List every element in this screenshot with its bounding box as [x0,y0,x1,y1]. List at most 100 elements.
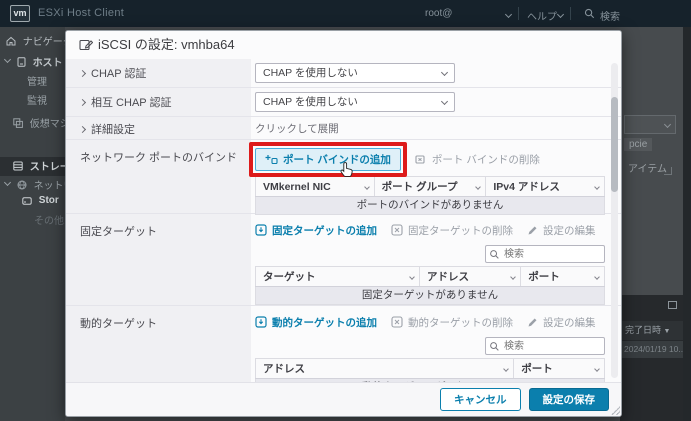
window-edge [683,27,691,421]
dynamic-targets-search[interactable] [485,337,605,355]
advanced-settings-row: 詳細設定 クリックして展開 [66,117,621,140]
column-header-target[interactable]: ターゲット [254,266,421,287]
static-targets-section: 固定ターゲット 固定ターゲットの追加 固定ターゲットの削除 設定の編集 検索 タ… [66,214,621,306]
add-icon [265,154,278,164]
chap-row: CHAP 認証 CHAP を使用しない [66,59,621,88]
search-label[interactable]: 検索 [600,8,620,23]
top-bar: vm ESXi Host Client root@ ヘルプ 検索 [0,0,691,27]
column-header-address[interactable]: アドレス [254,358,515,379]
iscsi-settings-dialog: iSCSI の設定: vmhba64 CHAP 認証 CHAP を使用しない 相… [65,30,622,417]
sidebar-item-manage[interactable]: 管理 [0,73,65,91]
search-icon [489,249,500,260]
add-static-target-button[interactable]: 固定ターゲットの追加 [255,223,377,238]
chevron-down-icon [440,68,449,77]
scrollbar-thumb[interactable] [611,97,618,192]
search-icon[interactable] [584,8,595,19]
remove-target-icon [391,224,403,236]
help-menu[interactable]: ヘルプ [527,8,557,23]
add-port-binding-button[interactable]: ポート バインドの追加 [255,147,401,171]
host-icon [17,56,26,67]
chevron-right-icon[interactable] [78,98,87,106]
advanced-settings-label[interactable]: 詳細設定 [66,117,251,141]
column-header-vmkernel-nic[interactable]: VMkernel NIC [255,176,375,197]
pencil-icon [528,226,537,234]
edit-settings-button: 設定の編集 [527,223,596,238]
static-targets-search-input[interactable] [504,246,602,262]
cancel-button[interactable]: キャンセル [440,388,521,411]
chevron-down-icon [440,97,449,106]
task-column-header: 完了日時 ▼ [620,321,683,340]
chevron-right-icon[interactable] [78,69,87,77]
dialog-body: CHAP 認証 CHAP を使用しない 相互 CHAP 認証 CHAP を使用し… [66,59,621,397]
column-header-port[interactable]: ポート [513,358,605,379]
static-targets-search[interactable] [485,245,605,263]
chevron-down-icon [663,120,672,129]
remove-dynamic-target-button: 動的ターゲットの削除 [391,315,513,330]
dialog-resize-grip[interactable] [611,406,620,415]
sidebar-item-monitor[interactable]: 監視 [0,92,65,110]
port-binding-section: ネットワーク ポートのバインド ポート バインドの追加 ポート バインドの削除 … [66,140,621,215]
save-settings-button[interactable]: 設定の保存 [528,388,609,411]
edit-settings-button: 設定の編集 [527,315,596,330]
vmware-logo: vm [10,5,30,22]
dialog-scrollbar[interactable] [611,63,618,378]
click-to-expand-hint[interactable]: クリックして展開 [255,121,605,137]
chevron-down-icon[interactable] [475,184,482,190]
background-workspace: pcie アイテム 完了日時 ▼ 2024/01/19 10... [620,27,691,421]
mutual-chap-label[interactable]: 相互 CHAP 認証 [66,88,251,116]
chap-label[interactable]: CHAP 認証 [66,59,251,87]
background-filter-text: pcie [624,138,653,151]
chevron-right-icon[interactable] [78,125,87,133]
add-target-icon [255,224,267,236]
datastore-icon [22,196,32,205]
static-targets-empty-message: 固定ターゲットがありません [255,287,605,305]
chevron-down-icon[interactable] [503,366,510,372]
user-menu-caret-icon[interactable] [504,10,513,19]
mutual-chap-select[interactable]: CHAP を使用しない [255,92,455,112]
column-header-address[interactable]: アドレス [419,266,522,287]
sidebar-item-more[interactable]: その他... [0,212,65,230]
background-items-label: アイテム [628,164,667,175]
pencil-icon [528,318,537,326]
chevron-down-icon[interactable] [409,274,415,280]
storage-icon [13,161,23,171]
chevron-down-icon[interactable] [510,274,517,280]
network-icon [17,180,27,190]
sort-desc-icon: ▼ [663,328,671,335]
chevron-down-icon[interactable] [594,366,600,372]
chap-select[interactable]: CHAP を使用しない [255,63,455,83]
chevron-down-icon[interactable] [3,179,12,187]
column-header-port[interactable]: ポート [520,266,605,287]
esxi-host-client-window: vm ESXi Host Client root@ ヘルプ 検索 ナビゲータ ホ… [0,0,691,421]
iscsi-settings-icon [79,38,93,51]
dialog-footer: キャンセル 設定の保存 [66,382,621,416]
add-target-icon [255,316,267,328]
chevron-down-icon[interactable] [594,274,600,280]
dynamic-targets-table: アドレス ポート [254,358,605,379]
user-menu[interactable]: root@ [425,8,452,19]
remove-static-target-button: 固定ターゲットの削除 [391,223,513,238]
remove-icon [415,154,425,164]
sidebar-item-datastore[interactable]: Stor [0,195,65,213]
dynamic-targets-search-input[interactable] [504,338,602,354]
port-binding-table: VMkernel NIC ポート グループ IPv4 アドレス [255,176,605,197]
sidebar-item-host[interactable]: ホスト [0,54,65,72]
help-menu-caret-icon[interactable] [556,10,565,19]
chevron-down-icon[interactable] [363,184,370,190]
sidebar-item-vms[interactable]: 仮想マシン [0,115,65,133]
expand-panel-icon [668,301,677,309]
chevron-down-icon[interactable] [594,184,600,190]
add-dynamic-target-button[interactable]: 動的ターゲットの追加 [255,315,377,330]
column-header-ipv4-address[interactable]: IPv4 アドレス [485,176,605,197]
recent-tasks-panel: 完了日時 ▼ 2024/01/19 10... [620,295,683,421]
static-targets-table: ターゲット アドレス ポート [254,266,605,287]
background-dropdown [624,115,676,134]
dialog-title: iSCSI の設定: vmhba64 [66,31,621,59]
resize-corner-icon [664,167,672,175]
sidebar-item-storage[interactable]: ストレージ [0,158,65,176]
column-header-port-group[interactable]: ポート グループ [373,176,487,197]
sidebar-item-network[interactable]: ネットワーク [0,177,65,195]
static-targets-label: 固定ターゲット [80,226,157,238]
chevron-down-icon[interactable] [3,56,12,64]
search-icon [489,341,500,352]
